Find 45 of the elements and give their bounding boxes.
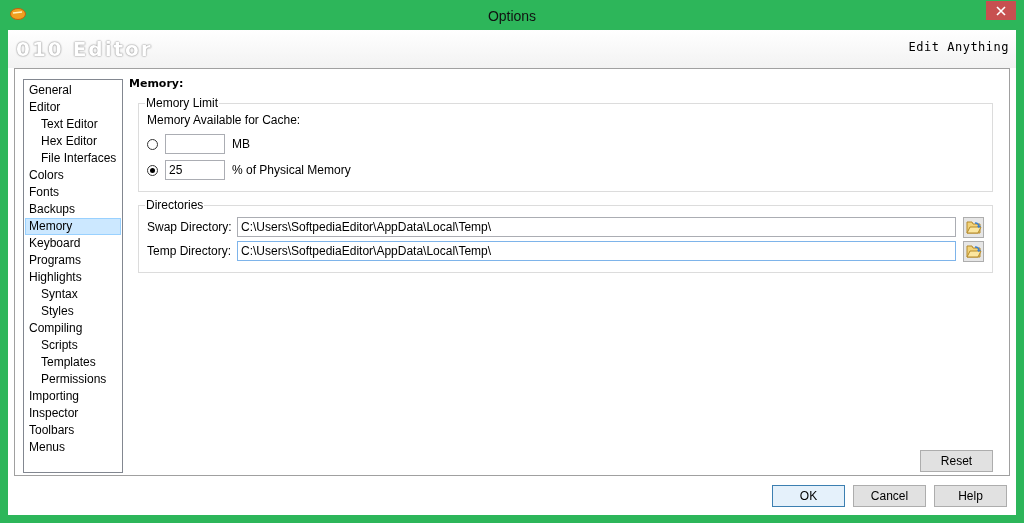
tree-item[interactable]: Toolbars xyxy=(25,422,121,439)
tree-item[interactable]: Keyboard xyxy=(25,235,121,252)
group-legend: Directories xyxy=(145,198,205,212)
tree-item[interactable]: Menus xyxy=(25,439,121,456)
tree-item[interactable]: Styles xyxy=(25,303,121,320)
directory-label: Temp Directory: xyxy=(147,244,233,258)
tree-item[interactable]: Hex Editor xyxy=(25,133,121,150)
unit-label: % of Physical Memory xyxy=(232,163,351,177)
tree-item[interactable]: Syntax xyxy=(25,286,121,303)
tree-item[interactable]: Editor xyxy=(25,99,121,116)
window-title: Options xyxy=(487,7,537,24)
tree-item[interactable]: Importing xyxy=(25,388,121,405)
app-icon xyxy=(10,7,26,21)
dialog-button[interactable]: Cancel xyxy=(853,484,926,507)
reset-button[interactable]: Reset xyxy=(920,450,993,472)
tree-item[interactable]: Backups xyxy=(25,201,121,218)
tree-item[interactable]: Memory xyxy=(25,218,121,235)
dialog-button[interactable]: Help xyxy=(934,484,1007,507)
tree-item[interactable]: Scripts xyxy=(25,337,121,354)
dialog-button[interactable]: OK xyxy=(772,484,845,507)
directory-label: Swap Directory: xyxy=(147,220,233,234)
tagline: Edit Anything xyxy=(908,40,1009,54)
tree-item[interactable]: Highlights xyxy=(25,269,121,286)
number-field[interactable]: 25 xyxy=(165,160,225,180)
page-heading: Memory: xyxy=(129,77,185,90)
tree-item[interactable]: Fonts xyxy=(25,184,121,201)
number-field[interactable] xyxy=(165,134,225,154)
directory-field[interactable]: C:\Users\SoftpediaEditor\AppData\Local\Temp\ xyxy=(237,241,956,261)
tree-item[interactable]: File Interfaces xyxy=(25,150,121,167)
tree-item[interactable]: Colors xyxy=(25,167,121,184)
directory-field[interactable]: C:\Users\SoftpediaEditor\AppData\Local\Temp\ xyxy=(237,217,956,237)
group-legend: Memory Limit xyxy=(145,96,219,110)
tree-item[interactable]: Compiling xyxy=(25,320,121,337)
tree-item[interactable]: Programs xyxy=(25,252,121,269)
tree-item[interactable]: General xyxy=(25,82,121,99)
cache-label: Memory Available for Cache: xyxy=(147,113,302,127)
browse-button[interactable] xyxy=(963,216,984,238)
browse-button[interactable] xyxy=(963,240,984,262)
unit-label: MB xyxy=(232,137,250,151)
tree-item[interactable]: Text Editor xyxy=(25,116,121,133)
tree-item[interactable]: Inspector xyxy=(25,405,121,422)
tree-item[interactable]: Templates xyxy=(25,354,121,371)
tree-item[interactable]: Permissions xyxy=(25,371,121,388)
close-icon xyxy=(996,5,1006,16)
close-button[interactable] xyxy=(986,1,1016,20)
